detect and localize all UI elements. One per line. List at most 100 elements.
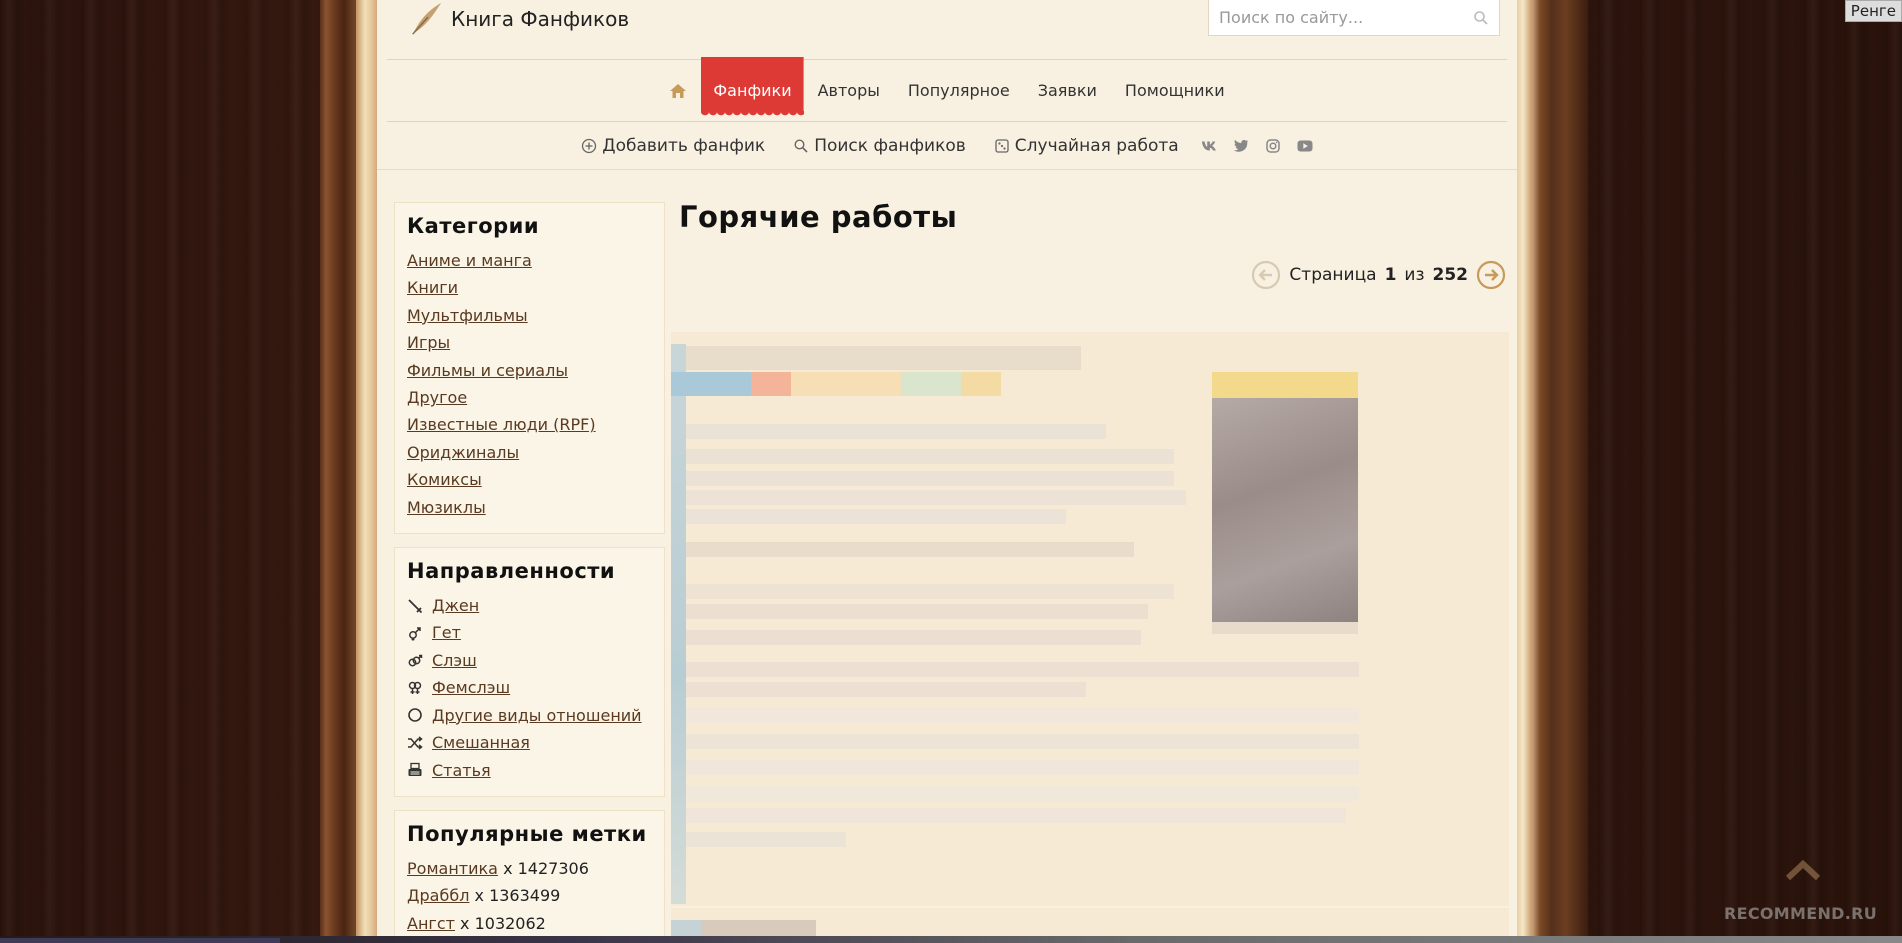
direction-link-slash[interactable]: Слэш: [432, 647, 477, 674]
slash-icon: [408, 654, 423, 667]
direction-link-het[interactable]: Гет: [432, 619, 461, 646]
directions-box: Направленности Джен Гет Слэш Фемслэш Дру…: [394, 547, 665, 797]
category-link[interactable]: Книги: [407, 274, 652, 301]
direction-link-mixed[interactable]: Смешанная: [432, 729, 530, 756]
vk-icon[interactable]: [1201, 139, 1217, 153]
logo[interactable]: Книга Фанфиков: [407, 0, 629, 38]
add-fanfic-link[interactable]: Добавить фанфик: [581, 136, 765, 156]
blur-line: [686, 604, 1148, 619]
tag-item: Ангст x 1032062: [407, 910, 652, 937]
home-link[interactable]: [655, 60, 701, 122]
category-link[interactable]: Аниме и манга: [407, 247, 652, 274]
popular-tags-box: Популярные метки Романтика x 1427306 Дра…: [394, 809, 665, 943]
feather-icon: [412, 2, 442, 35]
main-nav: Фанфики Авторы Популярное Заявки Помощни…: [387, 56, 1507, 122]
tag-link[interactable]: Ангст: [407, 914, 455, 933]
corner-label: Ренге: [1844, 0, 1902, 22]
prev-page-button[interactable]: [1251, 260, 1281, 290]
directions-title: Направленности: [407, 559, 616, 584]
direction-link-gen[interactable]: Джен: [432, 592, 479, 619]
bottom-bar: [0, 936, 1902, 943]
tag-count: x 1363499: [474, 886, 561, 906]
blur-cover-top: [1212, 372, 1358, 398]
circle-icon: [408, 708, 422, 723]
nav-fanfics[interactable]: Фанфики: [701, 56, 804, 117]
blur-line: [686, 449, 1174, 464]
next-page-button[interactable]: [1476, 260, 1506, 290]
blur-line: [686, 542, 1134, 557]
direction-item: Фемслэш: [407, 674, 652, 701]
search-input[interactable]: [1219, 8, 1473, 27]
blurred-fanfic-card: [671, 332, 1509, 906]
tag-link[interactable]: Романтика: [407, 859, 498, 878]
bottom-bar-progress: [0, 938, 280, 943]
shuffle-icon: [408, 736, 423, 750]
search-icon[interactable]: [1473, 10, 1489, 26]
current-page: 1: [1384, 265, 1397, 285]
plus-circle-icon: [582, 138, 597, 153]
pagination: Страница 1 из 252: [1251, 260, 1506, 290]
category-link[interactable]: Известные люди (RPF): [407, 411, 652, 438]
page-title: Горячие работы: [679, 200, 958, 234]
category-link[interactable]: Комиксы: [407, 466, 652, 493]
blur-cover-bottom: [1212, 622, 1358, 634]
tag-item: Романтика x 1427306: [407, 855, 652, 882]
category-link[interactable]: Мюзиклы: [407, 494, 652, 521]
search-fanfics-label: Поиск фанфиков: [814, 135, 966, 156]
page-sep: из: [1404, 265, 1425, 285]
random-work-link[interactable]: Случайная работа: [994, 136, 1179, 156]
logo-text: Книга Фанфиков: [451, 7, 630, 31]
blur-line: [686, 708, 1359, 723]
categories-title: Категории: [407, 214, 540, 238]
sidebar: Категории Аниме и манга Книги Мультфильм…: [394, 202, 665, 943]
category-link[interactable]: Другое: [407, 384, 652, 411]
nav-authors[interactable]: Авторы: [804, 60, 894, 122]
category-link[interactable]: Игры: [407, 329, 652, 356]
blur-line: [686, 424, 1106, 439]
social-links: [1201, 138, 1313, 153]
category-link[interactable]: Ориджиналы: [407, 439, 652, 466]
page-prefix: Страница: [1289, 265, 1377, 285]
categories-box: Категории Аниме и манга Книги Мультфильм…: [394, 202, 665, 535]
tag-link[interactable]: Драббл: [407, 886, 469, 905]
blur-line: [686, 471, 1174, 486]
direction-item: Слэш: [407, 647, 652, 674]
search-box[interactable]: [1208, 0, 1500, 36]
direction-item: Другие виды отношений: [407, 702, 652, 729]
direction-item: Смешанная: [407, 729, 652, 756]
category-link[interactable]: Мультфильмы: [407, 302, 652, 329]
blur-line: [686, 734, 1359, 749]
nav-helpers[interactable]: Помощники: [1111, 60, 1239, 122]
arrow-left-icon: [1252, 260, 1281, 290]
page: Книга Фанфиков Фанфики Авторы Популярное…: [377, 0, 1517, 943]
blur-line: [686, 682, 1086, 697]
scroll-to-top-icon[interactable]: [1784, 858, 1822, 882]
twitter-icon[interactable]: [1233, 139, 1249, 153]
tag-count: x 1032062: [460, 913, 546, 933]
header: Книга Фанфиков: [387, 0, 1507, 60]
add-fanfic-label: Добавить фанфик: [602, 135, 766, 156]
total-pages: 252: [1432, 265, 1469, 285]
dice-icon: [995, 138, 1009, 153]
nav-popular[interactable]: Популярное: [894, 60, 1024, 122]
blur-line: [686, 786, 1359, 801]
main-content: Горячие работы Страница 1 из 252: [671, 200, 1510, 943]
nav-requests[interactable]: Заявки: [1024, 60, 1111, 122]
sub-nav: Добавить фанфик Поиск фанфиков Случайная…: [377, 122, 1517, 170]
category-link[interactable]: Фильмы и сериалы: [407, 357, 652, 384]
search-fanfics-link[interactable]: Поиск фанфиков: [793, 136, 966, 156]
instagram-icon[interactable]: [1265, 138, 1281, 153]
blur-line: [686, 490, 1186, 505]
home-icon: [670, 83, 687, 98]
book-page-edge-left: [356, 0, 377, 943]
blur-line: [686, 630, 1141, 645]
blur-line: [686, 584, 1174, 599]
direction-link-femslash[interactable]: Фемслэш: [432, 674, 510, 701]
random-work-label: Случайная работа: [1014, 135, 1179, 156]
femslash-icon: [408, 681, 422, 694]
typewriter-icon: [408, 763, 422, 777]
youtube-icon[interactable]: [1297, 139, 1313, 153]
sword-icon: [408, 599, 423, 613]
direction-link-article[interactable]: Статья: [432, 757, 491, 784]
direction-link-other[interactable]: Другие виды отношений: [432, 702, 642, 729]
